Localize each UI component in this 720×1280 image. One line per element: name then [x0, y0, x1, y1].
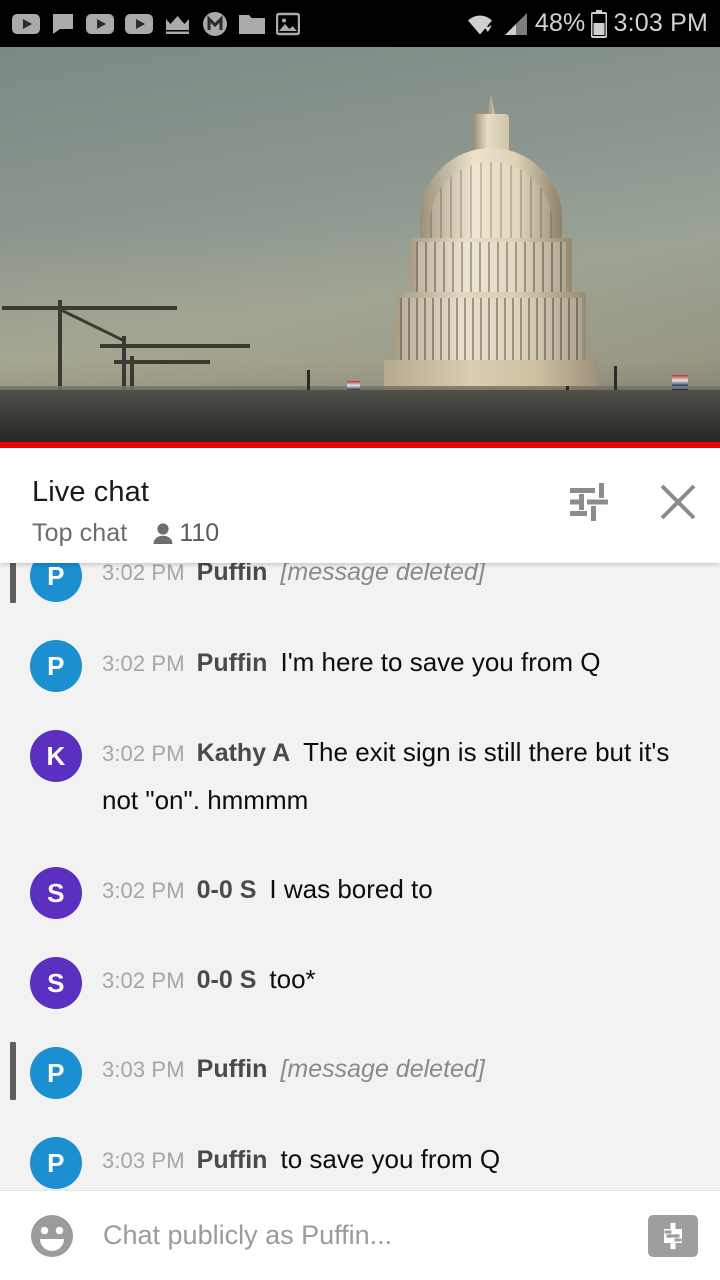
chat-message-list[interactable]: P 3:02 PM Puffin [message deleted] P 3:02 PM P… [0, 563, 720, 1190]
message-text: to save you from Q [280, 1144, 501, 1174]
youtube-play-icon [12, 13, 40, 34]
person-icon [153, 523, 173, 544]
avatar[interactable]: P [30, 1137, 82, 1189]
chat-input[interactable] [103, 1220, 648, 1251]
message-deleted-text: [message deleted] [280, 563, 485, 586]
crown-icon [166, 15, 189, 34]
chat-message-body: 3:02 PM 0-0 S too* [102, 957, 698, 1008]
chat-message-body: 3:03 PM Puffin [message deleted] [102, 1047, 698, 1097]
message-timestamp: 3:02 PM [102, 651, 185, 676]
tune-icon[interactable] [568, 482, 610, 522]
avatar[interactable]: P [30, 563, 82, 602]
chat-subheader: Top chat 110 [32, 519, 219, 548]
avatar[interactable]: S [30, 867, 82, 919]
message-author[interactable]: Puffin [197, 1055, 268, 1083]
chat-message-row[interactable]: P 3:03 PM Puffin to save you from Q [0, 1118, 720, 1190]
superchat-button[interactable] [648, 1214, 698, 1257]
close-icon[interactable] [658, 482, 698, 522]
youtube-play-icon [86, 13, 114, 34]
chat-message-row[interactable]: P 3:03 PM Puffin [message deleted] [0, 1028, 720, 1118]
battery-percent-label: 48% [534, 9, 586, 37]
message-text: The exit sign is still there but it's no… [102, 737, 670, 815]
clock-label: 3:03 PM [613, 9, 708, 37]
chat-header-texts: Live chat Top chat 110 [32, 476, 219, 548]
avatar[interactable]: K [30, 730, 82, 782]
message-text: too* [269, 964, 316, 994]
viewer-count-group: 110 [152, 519, 219, 548]
message-text: I'm here to save you from Q [280, 647, 601, 677]
city-skyline [0, 390, 720, 448]
chat-input-bar [0, 1190, 720, 1280]
us-flag [672, 375, 688, 386]
chat-header-actions [568, 476, 698, 522]
battery-icon [591, 9, 608, 38]
message-author[interactable]: 0-0 S [197, 876, 257, 904]
folder-icon [239, 15, 265, 34]
cell-signal-icon [504, 12, 527, 35]
message-timestamp: 3:03 PM [102, 1057, 185, 1082]
message-timestamp: 3:02 PM [102, 968, 185, 993]
message-timestamp: 3:02 PM [102, 741, 185, 766]
status-system-indicators: 48% 3:03 PM [465, 9, 708, 38]
chat-message-body: 3:02 PM 0-0 S I was bored to [102, 867, 698, 918]
message-author[interactable]: Kathy A [197, 739, 291, 767]
chat-message-body: 3:02 PM Puffin I'm here to save you from Q [102, 640, 698, 691]
message-author[interactable]: 0-0 S [197, 966, 257, 994]
chat-message-body: 3:02 PM Puffin [message deleted] [102, 563, 698, 600]
chat-header: Live chat Top chat 110 [0, 448, 720, 563]
message-deleted-text: [message deleted] [280, 1055, 485, 1083]
message-author[interactable]: Puffin [197, 563, 268, 586]
chat-message-row[interactable]: K 3:02 PM Kathy A The exit sign is still th… [0, 711, 720, 848]
m-circle-icon [203, 11, 227, 36]
photo-icon [276, 12, 300, 35]
status-bar: 48% 3:03 PM [0, 0, 720, 47]
chat-message-body: 3:02 PM Kathy A The exit sign is still the… [102, 730, 698, 829]
status-notification-icons [12, 11, 300, 37]
avatar[interactable]: P [30, 640, 82, 692]
chat-message-row[interactable]: P 3:02 PM Puffin I'm here to save you from … [0, 621, 720, 711]
chat-message-row[interactable]: S 3:02 PM 0-0 S I was bored to [0, 848, 720, 938]
emoji-smiley-icon[interactable] [28, 1212, 76, 1260]
chat-message-row[interactable]: S 3:02 PM 0-0 S too* [0, 938, 720, 1028]
avatar[interactable]: P [30, 1047, 82, 1099]
deleted-message-marker [10, 563, 16, 603]
deleted-message-marker [10, 1042, 16, 1100]
chat-bubble-icon [53, 13, 73, 34]
chat-message-scroll-container: P 3:02 PM Puffin [message deleted] P 3:02 PM P… [0, 563, 720, 1190]
message-text: I was bored to [269, 874, 433, 904]
message-timestamp: 3:03 PM [102, 1148, 185, 1173]
message-author[interactable]: Puffin [197, 1146, 268, 1174]
chat-message-body: 3:03 PM Puffin to save you from Q [102, 1137, 698, 1188]
us-flag [347, 381, 360, 390]
avatar[interactable]: S [30, 957, 82, 1009]
video-player[interactable] [0, 47, 720, 448]
dollar-sign-icon [664, 1222, 682, 1249]
wifi-transfer-icon [467, 15, 492, 35]
youtube-play-icon [125, 13, 153, 34]
chat-mode-label[interactable]: Top chat [32, 519, 127, 548]
message-timestamp: 3:02 PM [102, 563, 185, 585]
message-timestamp: 3:02 PM [102, 878, 185, 903]
chat-message-row[interactable]: P 3:02 PM Puffin [message deleted] [0, 563, 720, 621]
viewer-count-label: 110 [179, 519, 220, 548]
capitol-dome [376, 94, 606, 430]
message-author[interactable]: Puffin [197, 649, 268, 677]
page-title: Live chat [32, 476, 149, 508]
